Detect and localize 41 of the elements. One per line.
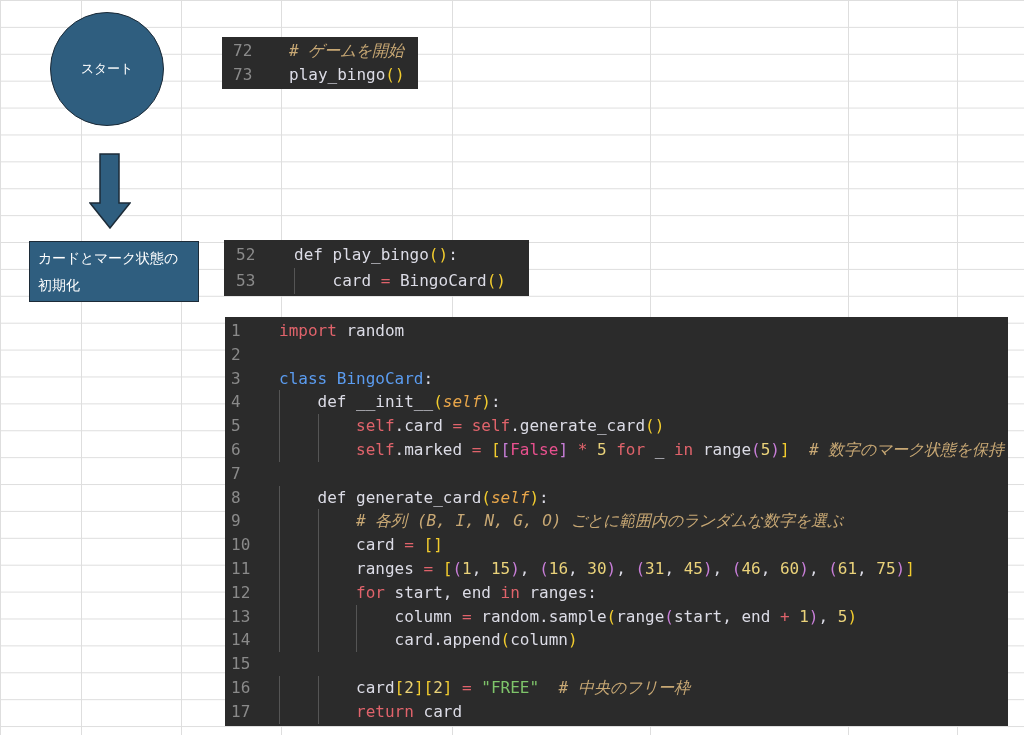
code-line: ranges = [(1, 15), (16, 30), (31, 45), (46, 60), (61, 75)] <box>279 556 915 581</box>
line-number: 1 <box>230 320 242 342</box>
code-line: import random <box>279 320 405 342</box>
line-number: 13 <box>230 605 252 628</box>
code-line: self.card = self.generate_card() <box>279 414 665 438</box>
line-number: 14 <box>230 629 252 652</box>
code-line: play_bingo() <box>289 64 405 86</box>
code-line: def generate_card(self): <box>279 485 549 510</box>
line-number: 72 <box>232 40 254 62</box>
line-number: 5 <box>230 415 242 438</box>
code-line: def play_bingo(): <box>294 244 458 266</box>
line-number: 2 <box>230 343 242 366</box>
line-number: 7 <box>230 462 242 485</box>
code-line: # ゲームを開始 <box>289 40 405 62</box>
code-line: column = random.sample(range(start, end + 1), 5) <box>279 604 858 629</box>
line-number: 6 <box>230 439 242 461</box>
code-line: card = BingoCard() <box>294 268 506 294</box>
code-line: return card <box>279 699 463 724</box>
line-number: 16 <box>230 676 252 699</box>
code-line: card.append(column) <box>279 628 578 653</box>
line-number: 73 <box>232 64 254 86</box>
line-number: 52 <box>235 244 257 266</box>
line-number: 9 <box>230 510 242 533</box>
start-node: スタート <box>50 12 164 126</box>
code-line: for start, end in ranges: <box>279 580 597 605</box>
line-number: 11 <box>230 557 252 580</box>
line-number: 15 <box>230 653 252 676</box>
line-number: 8 <box>230 486 242 509</box>
code-line: self.marked = [[False] * 5 for _ in range(5)] # 数字のマーク状態を保持 <box>279 438 1005 462</box>
code-line: card = [] <box>279 533 443 557</box>
line-number: 10 <box>230 534 252 557</box>
line-number: 12 <box>230 581 252 604</box>
code-line: def __init__(self): <box>279 390 501 415</box>
process-node: カードとマーク状態の初期化 <box>29 241 199 302</box>
line-number: 17 <box>230 700 252 723</box>
code-line: # 各列 (B, I, N, G, O) ごとに範囲内のランダムな数字を選ぶ <box>279 509 844 534</box>
code-line: card[2][2] = "FREE" # 中央のフリー枠 <box>279 675 690 700</box>
line-number: 4 <box>230 391 242 414</box>
line-number: 3 <box>230 367 242 390</box>
code-line: class BingoCard: <box>279 367 434 390</box>
line-number: 53 <box>235 270 257 292</box>
